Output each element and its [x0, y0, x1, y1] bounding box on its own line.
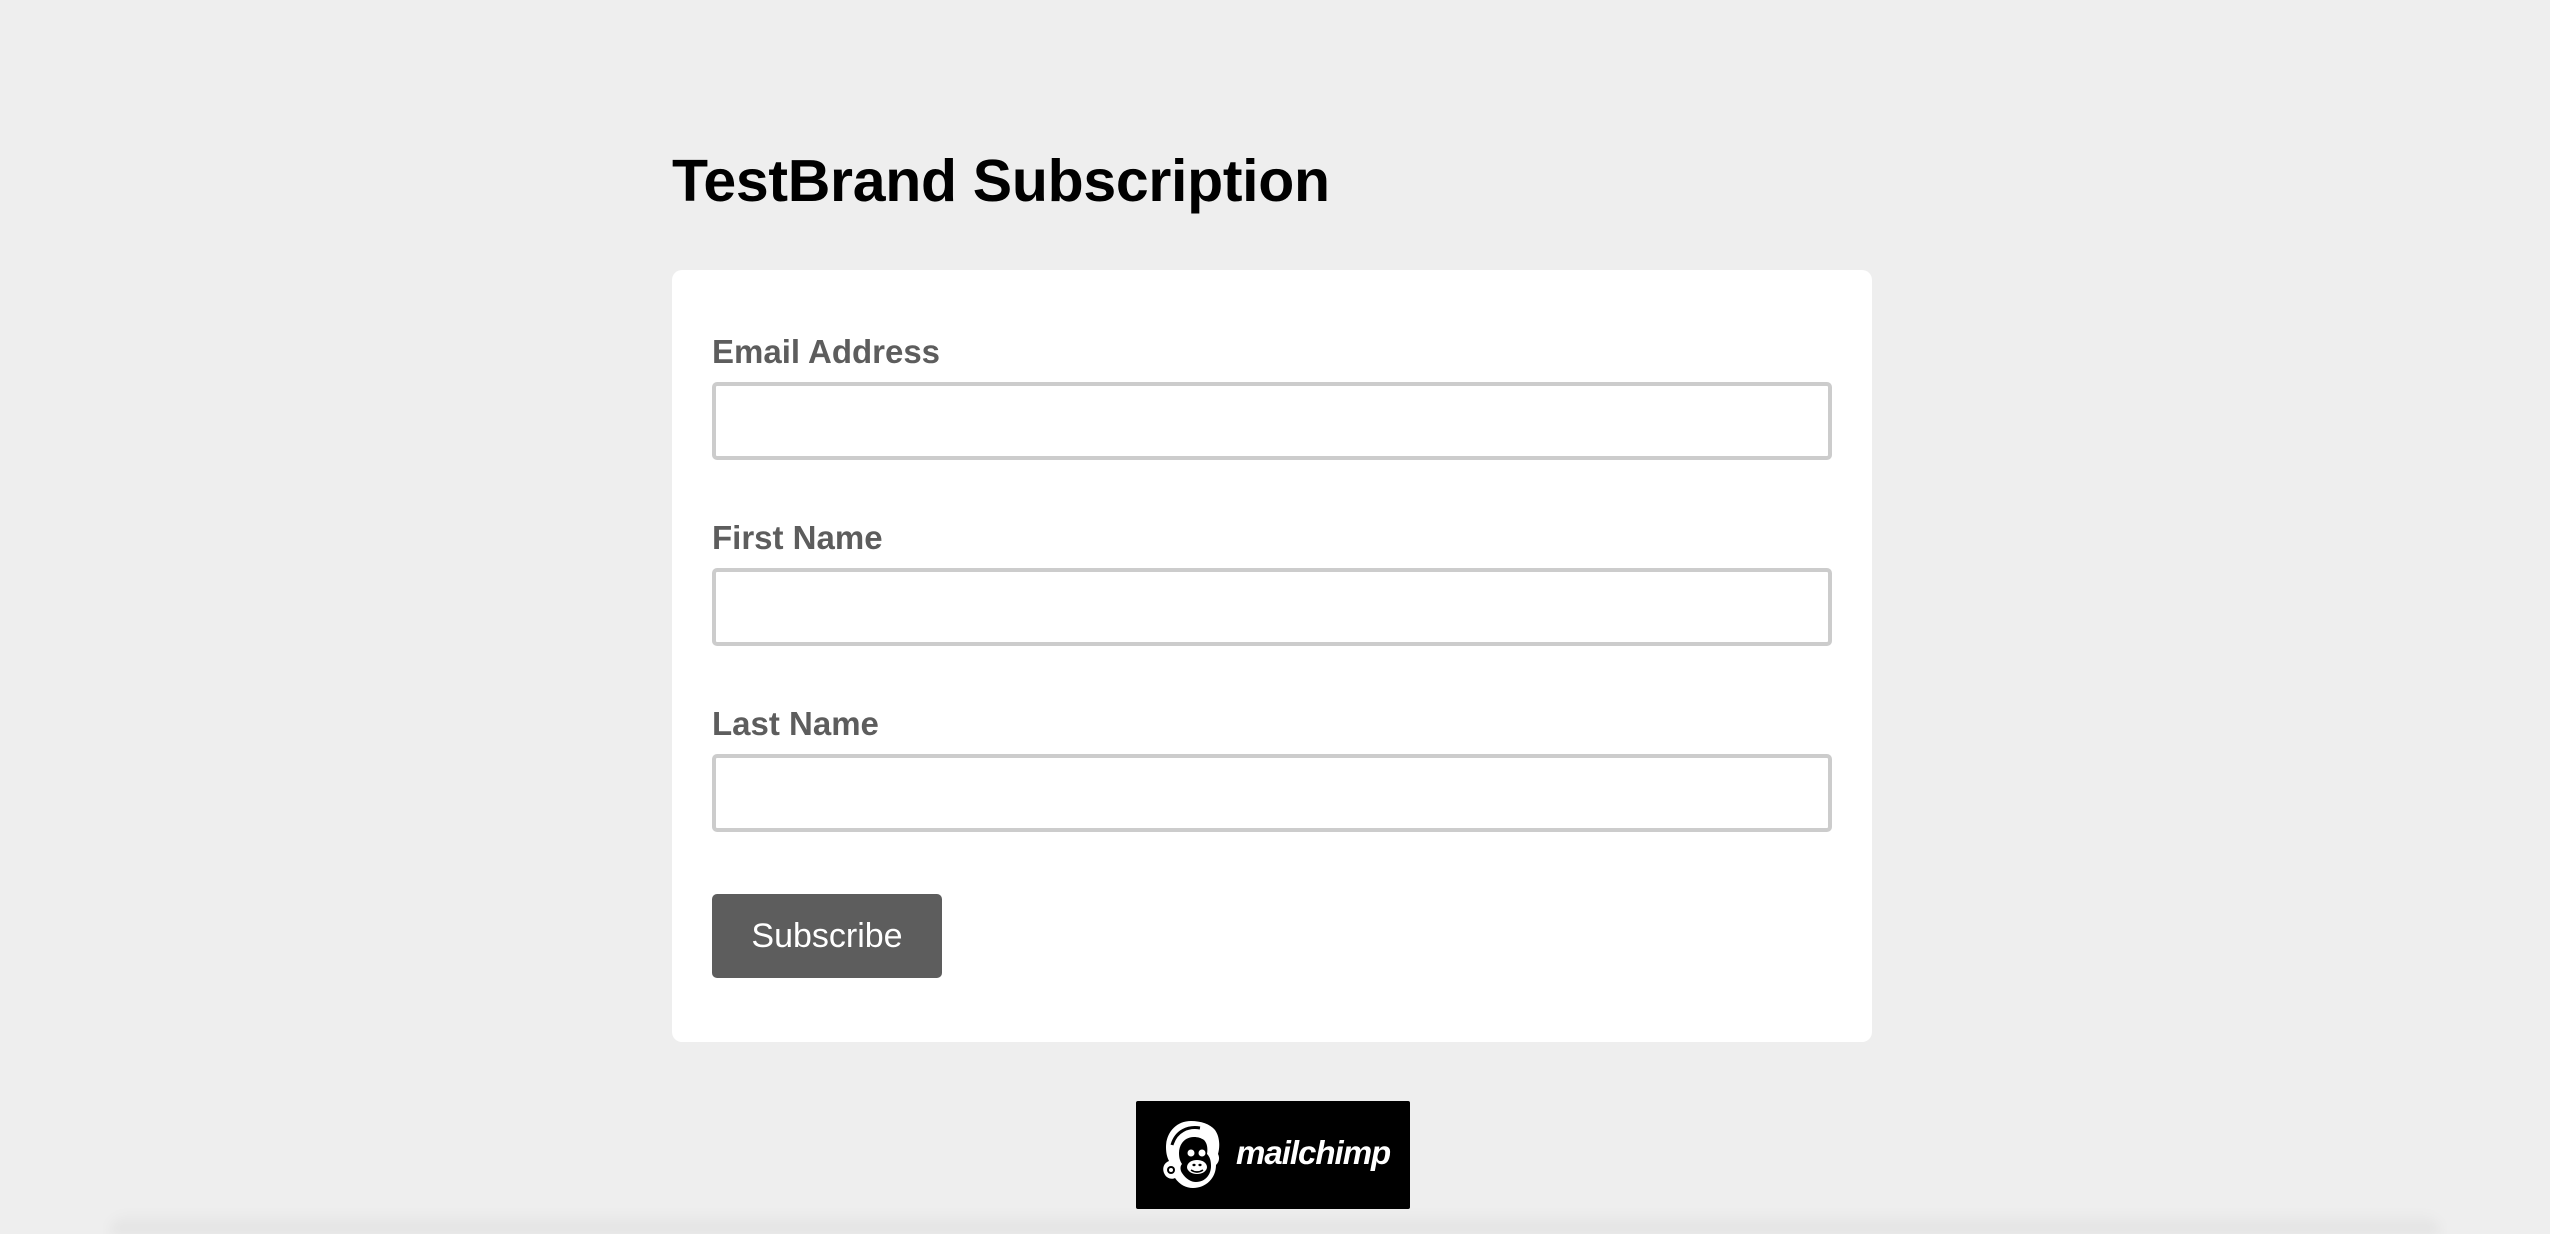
email-label: Email Address	[712, 333, 941, 370]
page-title: TestBrand Subscription	[672, 148, 1330, 214]
mailchimp-badge-link[interactable]: mailchimp	[1136, 1101, 1410, 1209]
first-name-label: First Name	[712, 519, 883, 556]
subscribe-button[interactable]: Subscribe	[712, 894, 942, 978]
footer-shadow	[110, 1212, 2440, 1234]
mailchimp-wordmark: mailchimp	[1236, 1134, 1391, 1171]
last-name-field[interactable]	[712, 754, 1832, 832]
mailchimp-freddie-icon	[1163, 1121, 1220, 1188]
subscription-form: Email Address First Name Last Name Subsc…	[672, 270, 1872, 1042]
first-name-field[interactable]	[712, 568, 1832, 646]
last-name-label: Last Name	[712, 705, 879, 742]
email-field[interactable]	[712, 382, 1832, 460]
